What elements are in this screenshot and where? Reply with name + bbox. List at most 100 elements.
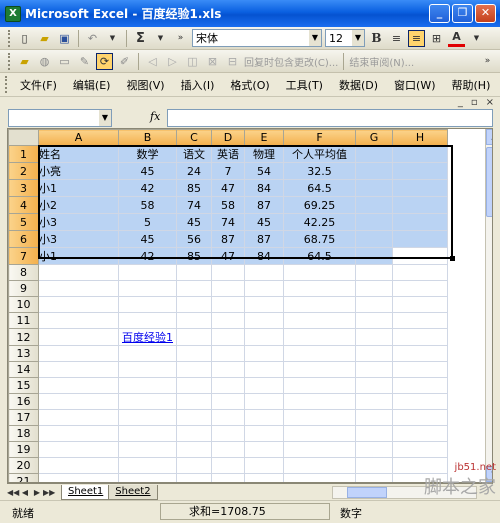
cell[interactable]	[244, 345, 284, 362]
cell[interactable]: 87	[244, 196, 284, 214]
cell[interactable]	[176, 296, 212, 313]
tab-sheet1[interactable]: Sheet1	[61, 484, 111, 500]
cell[interactable]	[176, 377, 212, 394]
cell[interactable]	[392, 312, 448, 329]
row-header[interactable]: 20	[8, 457, 39, 474]
cell[interactable]	[392, 296, 448, 313]
row-header[interactable]: 18	[8, 425, 39, 442]
save-icon[interactable]: ▣	[56, 30, 73, 47]
cell[interactable]	[176, 312, 212, 329]
cell[interactable]: 68.75	[283, 230, 356, 248]
cell[interactable]	[176, 280, 212, 297]
cell[interactable]	[244, 409, 284, 426]
cell[interactable]	[283, 393, 356, 410]
cell[interactable]	[38, 473, 119, 482]
cells-table[interactable]: A B C D E F G H 1 姓名 数学 语文 英语 物理 个人平均值 2 小亮 45 24 7…	[8, 129, 448, 482]
column-header[interactable]: F	[283, 129, 356, 146]
cell[interactable]: 85	[176, 179, 212, 197]
doc-close-button[interactable]: ×	[486, 97, 494, 108]
comment-icon[interactable]: ▭	[56, 53, 73, 70]
cell[interactable]	[392, 179, 448, 197]
next-comment-icon[interactable]: ▷	[164, 53, 181, 70]
cell[interactable]	[244, 441, 284, 458]
open-folder-icon[interactable]: ▰	[36, 30, 53, 47]
cell[interactable]	[244, 361, 284, 378]
cell[interactable]	[176, 328, 212, 346]
cell[interactable]: 小2	[38, 196, 119, 214]
cell[interactable]	[38, 312, 119, 329]
previous-sheet-icon[interactable]: ◀	[19, 488, 31, 497]
cell[interactable]	[392, 230, 448, 248]
cell[interactable]	[283, 296, 356, 313]
cell[interactable]	[355, 425, 393, 442]
row-header[interactable]: 12	[8, 328, 39, 346]
row-header[interactable]: 16	[8, 393, 39, 410]
cell[interactable]: 个人平均值	[283, 145, 356, 163]
cell[interactable]	[176, 264, 212, 281]
cell[interactable]	[118, 441, 177, 458]
cell[interactable]	[283, 361, 356, 378]
cell[interactable]	[283, 457, 356, 474]
column-header[interactable]: E	[244, 129, 284, 146]
menu-format[interactable]: 格式(O)	[222, 77, 277, 93]
cell[interactable]	[38, 361, 119, 378]
cell[interactable]	[283, 345, 356, 362]
cell[interactable]: 姓名	[38, 145, 119, 163]
cell[interactable]	[392, 409, 448, 426]
cell[interactable]	[244, 425, 284, 442]
column-header[interactable]: B	[118, 129, 177, 146]
cell[interactable]	[392, 441, 448, 458]
cell[interactable]	[355, 393, 393, 410]
cell[interactable]: 42	[118, 179, 177, 197]
column-header[interactable]: A	[38, 129, 119, 146]
cell[interactable]	[211, 441, 245, 458]
cell[interactable]	[392, 247, 448, 265]
row-header[interactable]: 5	[8, 213, 39, 231]
dropdown-arrow-icon[interactable]: ▼	[104, 30, 121, 47]
cell[interactable]	[355, 230, 393, 248]
cell[interactable]: 24	[176, 162, 212, 180]
doc-minimize-button[interactable]: _	[458, 97, 463, 108]
menu-grip[interactable]	[5, 76, 8, 93]
cell[interactable]: 69.25	[283, 196, 356, 214]
cell[interactable]	[211, 457, 245, 474]
cell[interactable]	[244, 393, 284, 410]
reply-with-changes-button[interactable]: 回复时包含更改(C)...	[244, 54, 338, 69]
cell[interactable]	[176, 345, 212, 362]
cell[interactable]	[176, 457, 212, 474]
web-icon[interactable]: ◍	[36, 53, 53, 70]
track-changes-icon[interactable]: ⟳	[96, 52, 113, 70]
row-header[interactable]: 10	[8, 296, 39, 313]
undo-icon[interactable]: ↶	[84, 30, 101, 47]
font-size-combo[interactable]: 12 ▼	[325, 29, 365, 47]
cell[interactable]	[355, 473, 393, 482]
column-header[interactable]: D	[211, 129, 245, 146]
cell[interactable]	[283, 312, 356, 329]
cell[interactable]: 84	[244, 179, 284, 197]
row-header[interactable]: 19	[8, 441, 39, 458]
cell[interactable]	[244, 328, 284, 346]
cell[interactable]	[211, 328, 245, 346]
cell[interactable]: 45	[118, 230, 177, 248]
row-header[interactable]: 7	[8, 247, 39, 265]
menu-edit[interactable]: 编辑(E)	[65, 77, 119, 93]
cell[interactable]: 42.25	[283, 213, 356, 231]
cell[interactable]: 45	[118, 162, 177, 180]
cell[interactable]: 64.5	[283, 247, 356, 265]
cell[interactable]	[176, 473, 212, 482]
cell[interactable]	[118, 296, 177, 313]
row-header[interactable]: 2	[8, 162, 39, 180]
cell[interactable]	[244, 312, 284, 329]
cell[interactable]	[355, 247, 393, 265]
cell[interactable]	[244, 457, 284, 474]
cell[interactable]	[392, 280, 448, 297]
cell[interactable]	[283, 328, 356, 346]
fill-handle[interactable]	[450, 256, 455, 261]
cell[interactable]: 物理	[244, 145, 284, 163]
cell[interactable]	[392, 145, 448, 163]
cell[interactable]	[211, 473, 245, 482]
cell[interactable]	[118, 264, 177, 281]
column-header[interactable]: H	[392, 129, 448, 146]
cell[interactable]: 小亮	[38, 162, 119, 180]
menu-window[interactable]: 窗口(W)	[386, 77, 443, 93]
